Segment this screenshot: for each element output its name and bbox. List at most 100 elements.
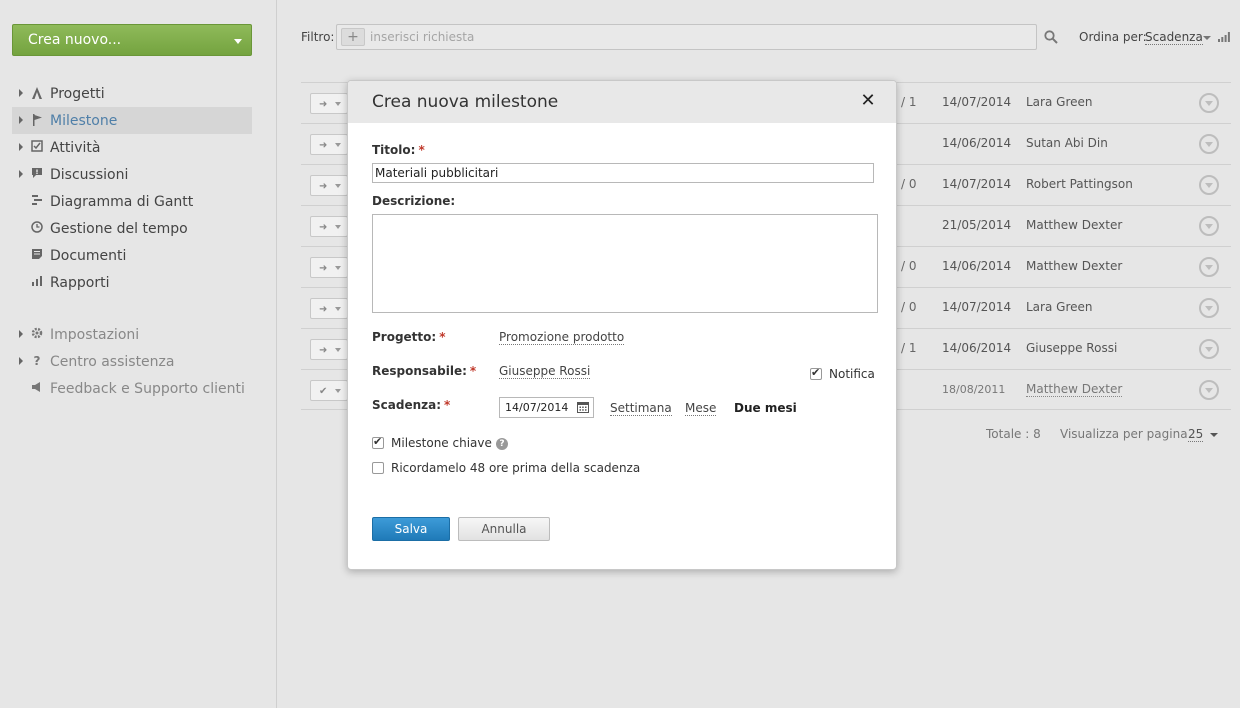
project-selector[interactable]: Promozione prodotto	[499, 330, 625, 345]
row-status-button[interactable]: ✔	[310, 380, 348, 401]
chevron-down-icon[interactable]	[1210, 433, 1218, 437]
per-page-dropdown[interactable]: 25	[1188, 427, 1204, 442]
dialog-header: Crea nuova milestone ✕	[348, 81, 896, 123]
range-month-link[interactable]: Mese	[685, 401, 717, 416]
row-status-button[interactable]: ➜	[310, 93, 348, 114]
key-milestone-checkbox[interactable]	[372, 435, 384, 449]
filter-placeholder: inserisci richiesta	[370, 30, 475, 44]
key-milestone-label: Milestone chiave	[391, 436, 492, 450]
question-icon: ?	[33, 354, 41, 368]
expand-arrow-icon[interactable]	[19, 89, 23, 97]
row-menu-icon[interactable]	[1199, 134, 1219, 154]
sidebar-item-label: Feedback e Supporto clienti	[50, 380, 245, 397]
chevron-down-icon	[335, 266, 341, 270]
sidebar-item-discussioni[interactable]: Discussioni	[12, 161, 252, 188]
create-new-button[interactable]: Crea nuovo...	[12, 24, 252, 56]
add-filter-icon[interactable]: +	[341, 28, 365, 46]
row-menu-icon[interactable]	[1199, 216, 1219, 236]
row-date: 18/08/2011	[942, 383, 1006, 396]
search-icon[interactable]	[1044, 30, 1058, 44]
sidebar-item-label: Progetti	[50, 85, 105, 102]
arrow-right-icon: ➜	[319, 263, 328, 274]
row-menu-icon[interactable]	[1199, 380, 1219, 400]
filter-label: Filtro:	[301, 30, 335, 44]
megaphone-icon	[30, 381, 44, 395]
arrow-right-icon: ➜	[319, 140, 328, 151]
chevron-down-icon	[335, 348, 341, 352]
document-icon	[30, 248, 44, 262]
page: Crea nuovo... Progetti Milestone Attivit…	[0, 0, 1240, 708]
help-icon[interactable]: ?	[496, 438, 508, 450]
sidebar-item-documenti[interactable]: Documenti	[12, 242, 252, 269]
expand-arrow-icon[interactable]	[19, 357, 23, 365]
chevron-down-icon[interactable]	[1203, 36, 1211, 40]
row-menu-icon[interactable]	[1199, 175, 1219, 195]
title-field[interactable]	[372, 163, 874, 183]
description-label: Descrizione:	[372, 194, 456, 208]
notify-checkbox[interactable]	[810, 366, 822, 380]
calendar-icon[interactable]	[577, 401, 589, 413]
arrow-right-icon: ➜	[319, 181, 328, 192]
row-status-button[interactable]: ➜	[310, 298, 348, 319]
row-menu-icon[interactable]	[1199, 257, 1219, 277]
arrow-right-icon: ➜	[319, 345, 328, 356]
row-date: 14/07/2014	[942, 95, 1012, 109]
sidebar-item-feedback[interactable]: Feedback e Supporto clienti	[12, 375, 252, 402]
chevron-down-icon	[335, 389, 341, 393]
sidebar-item-impostazioni[interactable]: Impostazioni	[12, 321, 252, 348]
row-status-button[interactable]: ➜	[310, 339, 348, 360]
check-icon: ✔	[319, 386, 328, 397]
row-responsible: Lara Green	[1026, 300, 1093, 314]
row-count: / 1	[901, 341, 917, 355]
checkbox-icon	[30, 140, 44, 154]
filter-input[interactable]: + inserisci richiesta	[336, 24, 1037, 50]
sort-dropdown[interactable]: Scadenza	[1145, 30, 1203, 45]
expand-arrow-icon[interactable]	[19, 143, 23, 151]
sidebar-item-progetti[interactable]: Progetti	[12, 80, 252, 107]
row-date: 21/05/2014	[942, 218, 1012, 232]
sidebar-item-time[interactable]: Gestione del tempo	[12, 215, 252, 242]
expand-arrow-icon[interactable]	[19, 330, 23, 338]
notify-label: Notifica	[829, 367, 875, 381]
expand-arrow-icon[interactable]	[19, 116, 23, 124]
row-menu-icon[interactable]	[1199, 339, 1219, 359]
range-two-months-link[interactable]: Due mesi	[734, 401, 797, 415]
dialog-title: Crea nuova milestone	[372, 92, 559, 112]
sidebar-item-rapporti[interactable]: Rapporti	[12, 269, 252, 296]
responsible-label: Responsabile: *	[372, 364, 477, 378]
sidebar-item-label: Impostazioni	[50, 326, 140, 343]
gear-icon	[30, 327, 44, 341]
row-menu-icon[interactable]	[1199, 93, 1219, 113]
row-status-button[interactable]: ➜	[310, 257, 348, 278]
per-page-label: Visualizza per pagina :	[1060, 427, 1196, 441]
remind-label: Ricordamelo 48 ore prima della scadenza	[391, 461, 641, 475]
projects-icon	[30, 86, 44, 100]
sidebar-item-attivita[interactable]: Attività	[12, 134, 252, 161]
row-count: / 0	[901, 259, 917, 273]
row-responsible[interactable]: Matthew Dexter	[1026, 382, 1123, 397]
responsible-selector[interactable]: Giuseppe Rossi	[499, 364, 591, 379]
chart-icon	[30, 275, 44, 289]
sidebar: Crea nuovo... Progetti Milestone Attivit…	[0, 0, 276, 708]
save-button[interactable]: Salva	[372, 517, 450, 541]
description-field[interactable]	[372, 214, 878, 313]
row-count: / 0	[901, 300, 917, 314]
sidebar-item-gantt[interactable]: Diagramma di Gantt	[12, 188, 252, 215]
chat-icon	[30, 167, 44, 181]
close-icon[interactable]: ✕	[860, 92, 876, 110]
row-menu-icon[interactable]	[1199, 298, 1219, 318]
row-status-button[interactable]: ➜	[310, 216, 348, 237]
row-status-button[interactable]: ➜	[310, 134, 348, 155]
sidebar-item-label: Attività	[50, 139, 101, 156]
sort-order-icon[interactable]	[1218, 32, 1230, 42]
total-count: Totale : 8	[986, 427, 1041, 441]
sidebar-item-label: Documenti	[50, 247, 127, 264]
sidebar-item-label: Milestone	[50, 112, 118, 129]
row-status-button[interactable]: ➜	[310, 175, 348, 196]
remind-checkbox[interactable]	[372, 462, 384, 474]
range-week-link[interactable]: Settimana	[610, 401, 672, 416]
sidebar-item-milestone[interactable]: Milestone	[12, 107, 252, 134]
sidebar-item-help[interactable]: ? Centro assistenza	[12, 348, 252, 375]
expand-arrow-icon[interactable]	[19, 170, 23, 178]
cancel-button[interactable]: Annulla	[458, 517, 550, 541]
